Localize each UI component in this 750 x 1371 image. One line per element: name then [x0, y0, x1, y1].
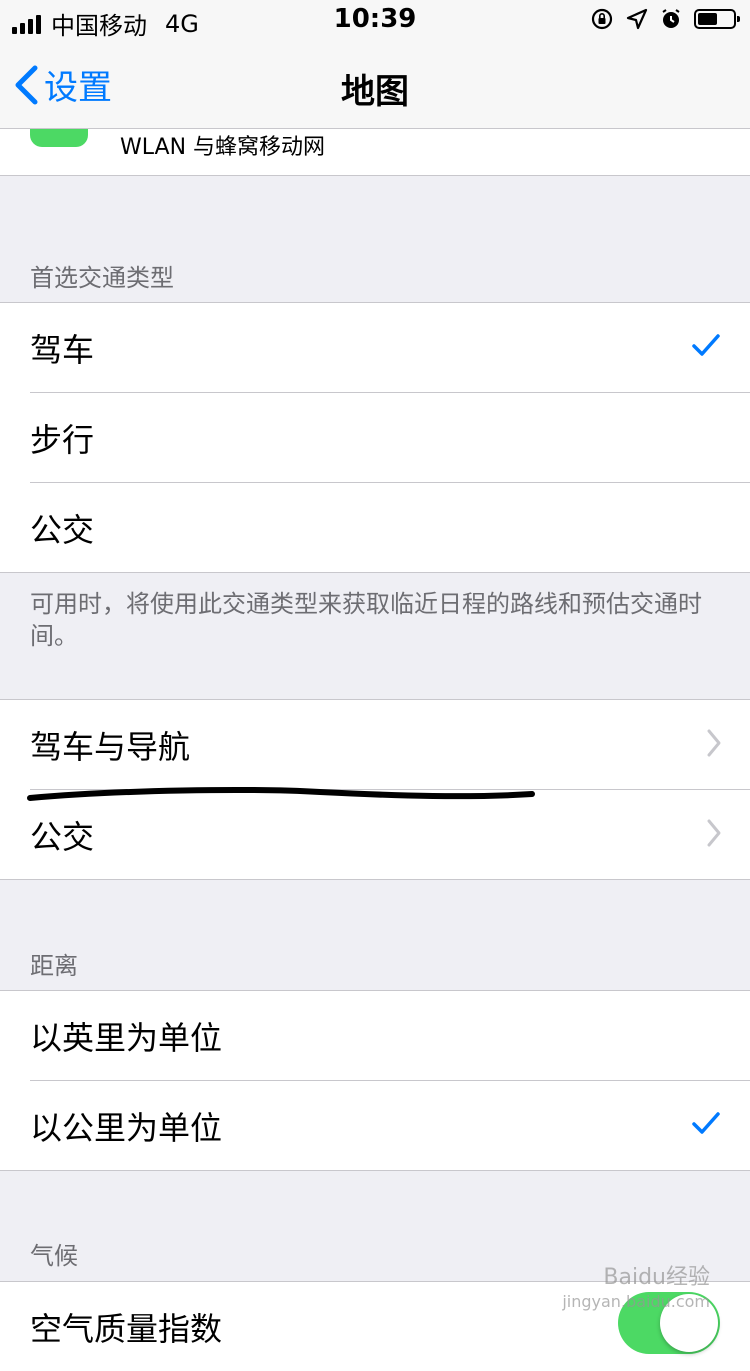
driving-navigation-row[interactable]: 驾车与导航 [0, 700, 750, 789]
status-bar: 中国移动 4G 10:39 [0, 0, 750, 40]
transport-item-label: 步行 [30, 421, 95, 459]
distance-group: 以英里为单位 以公里为单位 [0, 990, 750, 1171]
transport-group: 驾车 步行 公交 [0, 302, 750, 573]
watermark: Baidu经验 jingyan.baidu.com [562, 1266, 710, 1314]
navigation-bar: 设置 地图 [0, 40, 750, 129]
app-icon [30, 129, 88, 147]
watermark-line1: Baidu经验 [603, 1265, 710, 1290]
cellular-row[interactable]: WLAN 与蜂窝移动网 [0, 129, 750, 176]
distance-item-label: 以英里为单位 [30, 1019, 223, 1057]
climate-header: 气候 [30, 1242, 78, 1270]
distance-header: 距离 [30, 952, 78, 980]
transport-item-driving[interactable]: 驾车 [0, 303, 750, 392]
chevron-right-icon [707, 729, 721, 757]
distance-item-label: 以公里为单位 [30, 1109, 223, 1147]
checkmark-icon [692, 1112, 720, 1134]
page-title: 地图 [341, 72, 409, 112]
transport-header: 首选交通类型 [30, 264, 174, 292]
chevron-right-icon [707, 819, 721, 847]
rotation-lock-icon [591, 8, 613, 30]
transport-item-label: 公交 [30, 511, 95, 549]
transport-item-walking[interactable]: 步行 [30, 392, 750, 482]
battery-icon [694, 9, 740, 29]
transit-label: 公交 [30, 818, 95, 856]
transport-footer: 可用时，将使用此交通类型来获取临近日程的路线和预估交通时间。 [30, 590, 702, 650]
cellular-row-label: WLAN 与蜂窝移动网 [120, 135, 326, 160]
distance-item-kilometers[interactable]: 以公里为单位 [30, 1080, 750, 1170]
checkmark-icon [692, 334, 720, 356]
underline-annotation [27, 787, 535, 801]
transport-item-label: 驾车 [30, 331, 95, 369]
transport-item-transit[interactable]: 公交 [30, 482, 750, 572]
battery-fill [698, 13, 717, 25]
driving-navigation-label: 驾车与导航 [30, 728, 191, 766]
watermark-line2: jingyan.baidu.com [562, 1292, 710, 1311]
status-right [590, 7, 740, 31]
alarm-icon [662, 9, 680, 28]
location-icon [626, 8, 648, 30]
air-quality-label: 空气质量指数 [30, 1310, 223, 1348]
distance-item-miles[interactable]: 以英里为单位 [0, 991, 750, 1080]
